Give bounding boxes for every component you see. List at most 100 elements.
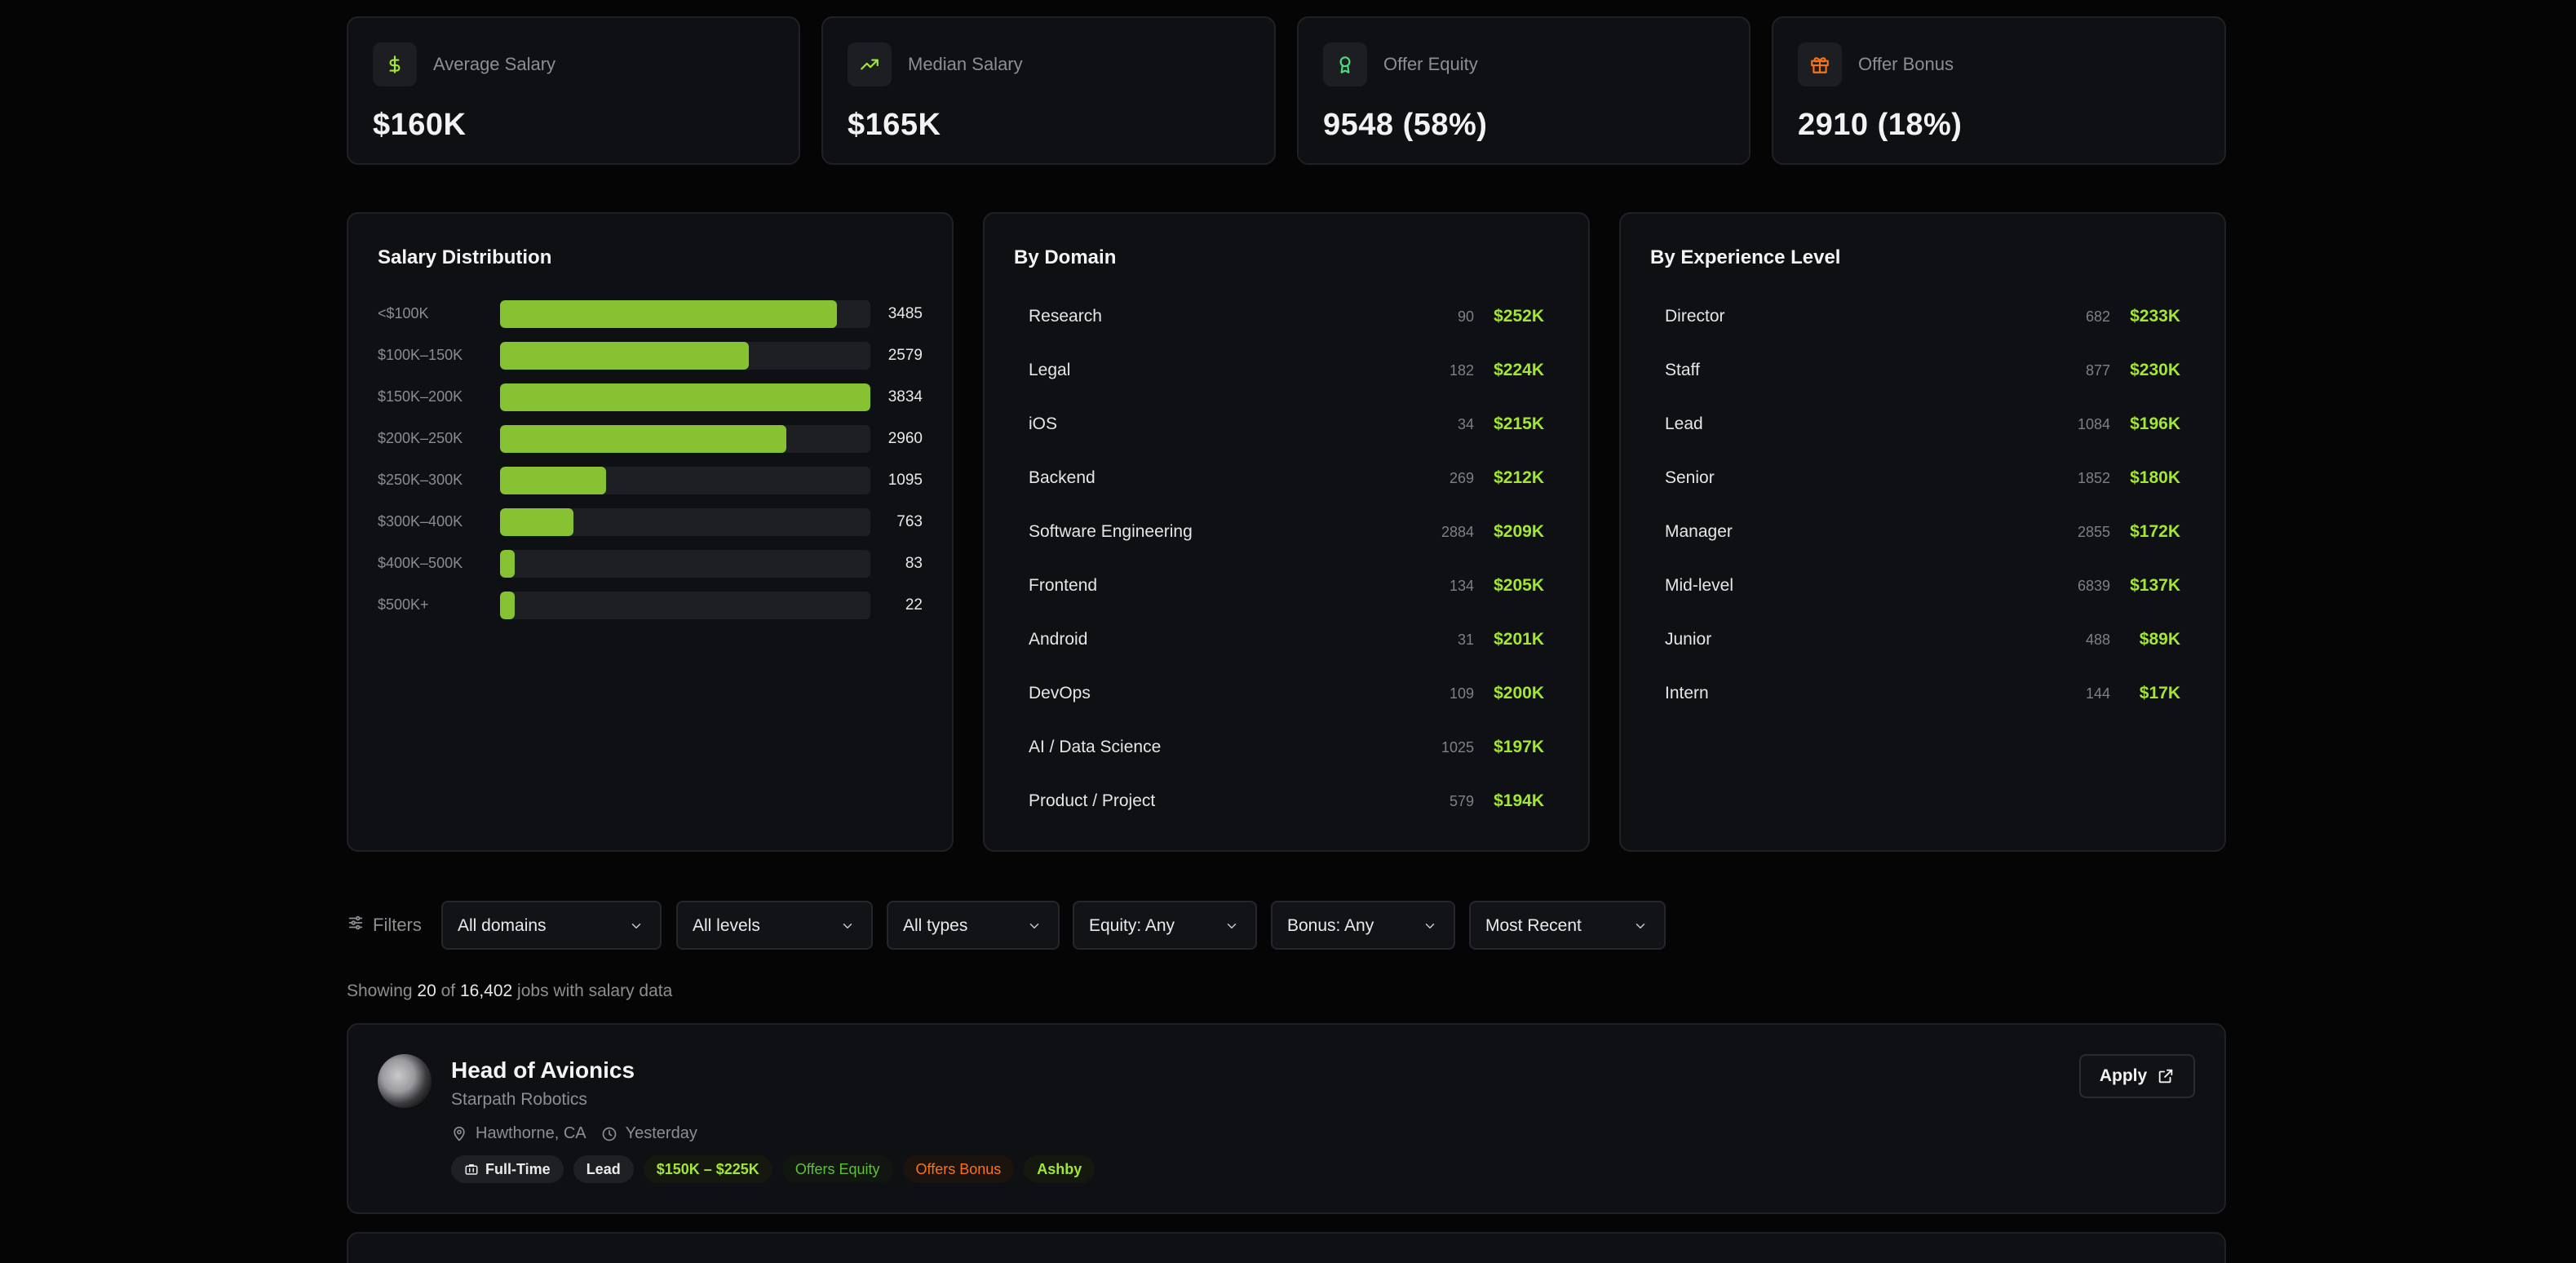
tag-employment-type: Full-Time: [451, 1155, 564, 1183]
panel-title: By Domain: [1014, 246, 1117, 268]
domain-row-count: 90: [1457, 308, 1474, 325]
clock-icon: [602, 1127, 616, 1141]
level-row-count: 144: [2085, 685, 2110, 702]
award-icon: [1323, 42, 1367, 86]
distribution-bar-track: [500, 383, 870, 411]
level-row-name: Manager: [1665, 522, 1733, 541]
distribution-range-label: $500K+: [378, 596, 429, 613]
stat-value: 2910 (18%): [1798, 108, 1963, 142]
distribution-bar: [500, 592, 515, 619]
level-row-name: Junior: [1665, 630, 1712, 649]
distribution-row: $250K–300K 1095: [378, 467, 923, 494]
type-select[interactable]: All types: [887, 901, 1060, 950]
distribution-bar: [500, 425, 786, 453]
domain-row-salary: $209K: [1494, 522, 1544, 541]
domain-row-name: Backend: [1029, 468, 1095, 487]
domain-row: Frontend 134 $205K: [1029, 569, 1544, 602]
chevron-down-icon: [1635, 924, 1645, 928]
distribution-range-label: $200K–250K: [378, 430, 463, 446]
equity-select[interactable]: Equity: Any: [1073, 901, 1257, 950]
gift-icon: [1798, 42, 1842, 86]
apply-label: Apply: [2099, 1066, 2148, 1085]
domain-row: DevOps 109 $200K: [1029, 677, 1544, 710]
domain-row: Legal 182 $224K: [1029, 354, 1544, 387]
showing-total: 16,402: [459, 982, 513, 1000]
domain-row: Research 90 $252K: [1029, 300, 1544, 333]
level-row: Senior 1852 $180K: [1665, 462, 2180, 494]
job-card[interactable]: [347, 1232, 2226, 1263]
domain-row-salary: $194K: [1494, 791, 1544, 810]
level-row: Manager 2855 $172K: [1665, 516, 2180, 548]
stat-value: $165K: [848, 108, 941, 142]
job-tags: Full-Time Lead $150K – $225K Offers Equi…: [451, 1155, 1095, 1183]
tag-type-text: Full-Time: [485, 1161, 551, 1177]
select-value: Bonus: Any: [1287, 916, 1374, 935]
sort-select[interactable]: Most Recent: [1469, 901, 1666, 950]
domain-row: Android 31 $201K: [1029, 623, 1544, 656]
tag-source: Ashby: [1024, 1155, 1095, 1183]
distribution-count: 3485: [887, 305, 923, 322]
distribution-row: $100K–150K 2579: [378, 342, 923, 370]
domain-select[interactable]: All domains: [441, 901, 662, 950]
level-row-name: Mid-level: [1665, 576, 1734, 595]
distribution-range-label: <$100K: [378, 305, 429, 321]
level-row-name: Staff: [1665, 361, 1700, 379]
level-row-salary: $230K: [2130, 361, 2180, 379]
domain-row-name: Android: [1029, 630, 1088, 649]
chevron-down-icon: [843, 924, 852, 928]
distribution-bar: [500, 508, 574, 536]
bonus-select[interactable]: Bonus: Any: [1271, 901, 1455, 950]
distribution-bar-track: [500, 300, 870, 328]
distribution-bar-track: [500, 592, 870, 619]
job-location: Hawthorne, CA: [476, 1124, 586, 1142]
apply-button[interactable]: Apply: [2079, 1054, 2195, 1098]
stat-label: Average Salary: [433, 54, 556, 74]
select-value: All levels: [693, 916, 760, 935]
level-row-name: Director: [1665, 307, 1725, 326]
stat-label: Offer Bonus: [1858, 54, 1954, 74]
domain-row-name: Legal: [1029, 361, 1071, 379]
distribution-bar: [500, 383, 870, 411]
tag-salary: $150K – $225K: [643, 1155, 772, 1183]
level-row: Junior 488 $89K: [1665, 623, 2180, 656]
level-row-salary: $17K: [2139, 684, 2180, 702]
level-row: Director 682 $233K: [1665, 300, 2180, 333]
domain-row-salary: $200K: [1494, 684, 1544, 702]
domain-row-salary: $212K: [1494, 468, 1544, 487]
level-row-count: 1084: [2077, 416, 2110, 432]
chevron-down-icon: [1425, 924, 1435, 928]
level-row-name: Senior: [1665, 468, 1715, 487]
domain-row: iOS 34 $215K: [1029, 408, 1544, 441]
domain-row-count: 31: [1457, 632, 1474, 648]
level-row-salary: $196K: [2130, 414, 2180, 433]
stat-label: Median Salary: [908, 54, 1023, 74]
distribution-range-label: $400K–500K: [378, 555, 463, 571]
level-row-salary: $172K: [2130, 522, 2180, 541]
filters-label: Filters: [347, 914, 422, 937]
domain-row-salary: $197K: [1494, 738, 1544, 756]
level-select[interactable]: All levels: [676, 901, 873, 950]
job-meta: Hawthorne, CA Yesterday: [451, 1124, 697, 1143]
distribution-row: $500K+ 22: [378, 592, 923, 619]
job-card[interactable]: Head of Avionics Starpath Robotics Hawth…: [347, 1023, 2226, 1214]
sliders-icon: [347, 914, 365, 937]
level-row-count: 6839: [2077, 578, 2110, 594]
domain-row-salary: $252K: [1494, 307, 1544, 326]
select-value: All types: [903, 916, 968, 935]
distribution-range-label: $300K–400K: [378, 513, 463, 530]
level-row: Staff 877 $230K: [1665, 354, 2180, 387]
filters-text: Filters: [373, 915, 422, 935]
tag-level: Lead: [573, 1155, 634, 1183]
panel-title: Salary Distribution: [378, 246, 552, 268]
results-count: Showing 20 of 16,402 jobs with salary da…: [347, 982, 672, 1001]
distribution-count: 1095: [887, 472, 923, 489]
distribution-row: $300K–400K 763: [378, 508, 923, 536]
distribution-bar: [500, 342, 750, 370]
distribution-bar-track: [500, 508, 870, 536]
tag-equity: Offers Equity: [781, 1155, 893, 1183]
domain-row: Product / Project 579 $194K: [1029, 785, 1544, 818]
select-value: All domains: [458, 916, 547, 935]
stat-card-offer-bonus: Offer Bonus 2910 (18%): [1772, 16, 2226, 165]
job-title[interactable]: Head of Avionics: [451, 1057, 635, 1084]
stat-card-median-salary: Median Salary $165K: [821, 16, 1276, 165]
